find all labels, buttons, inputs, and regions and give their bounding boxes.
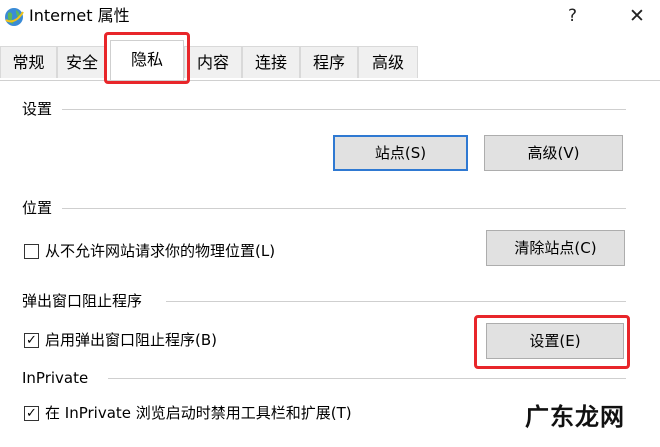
popup-blocker-checkbox-label: 启用弹出窗口阻止程序(B) xyxy=(45,331,217,349)
tab-connections[interactable]: 连接 xyxy=(242,46,300,78)
watermark-text: 广东龙网 xyxy=(525,403,625,431)
inprivate-checkbox-row[interactable]: ✓ 在 InPrivate 浏览启动时禁用工具栏和扩展(T) xyxy=(24,403,352,423)
inprivate-group-label: InPrivate xyxy=(22,369,89,387)
inprivate-checkbox[interactable]: ✓ xyxy=(24,405,39,421)
tab-programs[interactable]: 程序 xyxy=(300,46,358,78)
tab-general[interactable]: 常规 xyxy=(0,46,57,78)
tab-privacy[interactable]: 隐私 xyxy=(110,40,184,80)
settings-group-rule xyxy=(62,109,626,110)
popup-blocker-group-label: 弹出窗口阻止程序 xyxy=(22,292,143,310)
advanced-button[interactable]: 高级(V) xyxy=(484,135,623,171)
tab-advanced[interactable]: 高级 xyxy=(358,46,418,78)
internet-globe-icon xyxy=(5,8,24,26)
location-group-rule xyxy=(62,208,626,209)
help-icon[interactable]: ? xyxy=(568,4,577,28)
sites-button[interactable]: 站点(S) xyxy=(333,135,468,171)
popup-blocker-group-rule xyxy=(166,301,626,302)
tab-bar: 常规 安全 隐私 内容 连接 程序 高级 xyxy=(0,40,660,80)
location-checkbox-label: 从不允许网站请求你的物理位置(L) xyxy=(45,242,276,260)
popup-blocker-checkbox[interactable]: ✓ xyxy=(24,332,39,348)
tab-content[interactable]: 内容 xyxy=(184,46,242,78)
inprivate-checkbox-label: 在 InPrivate 浏览启动时禁用工具栏和扩展(T) xyxy=(45,404,352,422)
location-checkbox[interactable] xyxy=(24,243,39,259)
location-group-label: 位置 xyxy=(22,199,53,217)
location-checkbox-row[interactable]: 从不允许网站请求你的物理位置(L) xyxy=(24,241,275,261)
popup-blocker-checkbox-row[interactable]: ✓ 启用弹出窗口阻止程序(B) xyxy=(24,330,217,350)
tab-divider xyxy=(0,80,660,81)
window-title: Internet 属性 xyxy=(29,6,130,25)
popup-settings-button[interactable]: 设置(E) xyxy=(486,323,624,359)
settings-group-label: 设置 xyxy=(22,100,53,118)
close-icon[interactable]: ✕ xyxy=(629,4,645,28)
inprivate-group-rule xyxy=(108,378,626,379)
tab-security[interactable]: 安全 xyxy=(57,46,107,78)
title-bar: Internet 属性 ? ✕ xyxy=(0,0,660,34)
clear-sites-button[interactable]: 清除站点(C) xyxy=(486,230,625,266)
